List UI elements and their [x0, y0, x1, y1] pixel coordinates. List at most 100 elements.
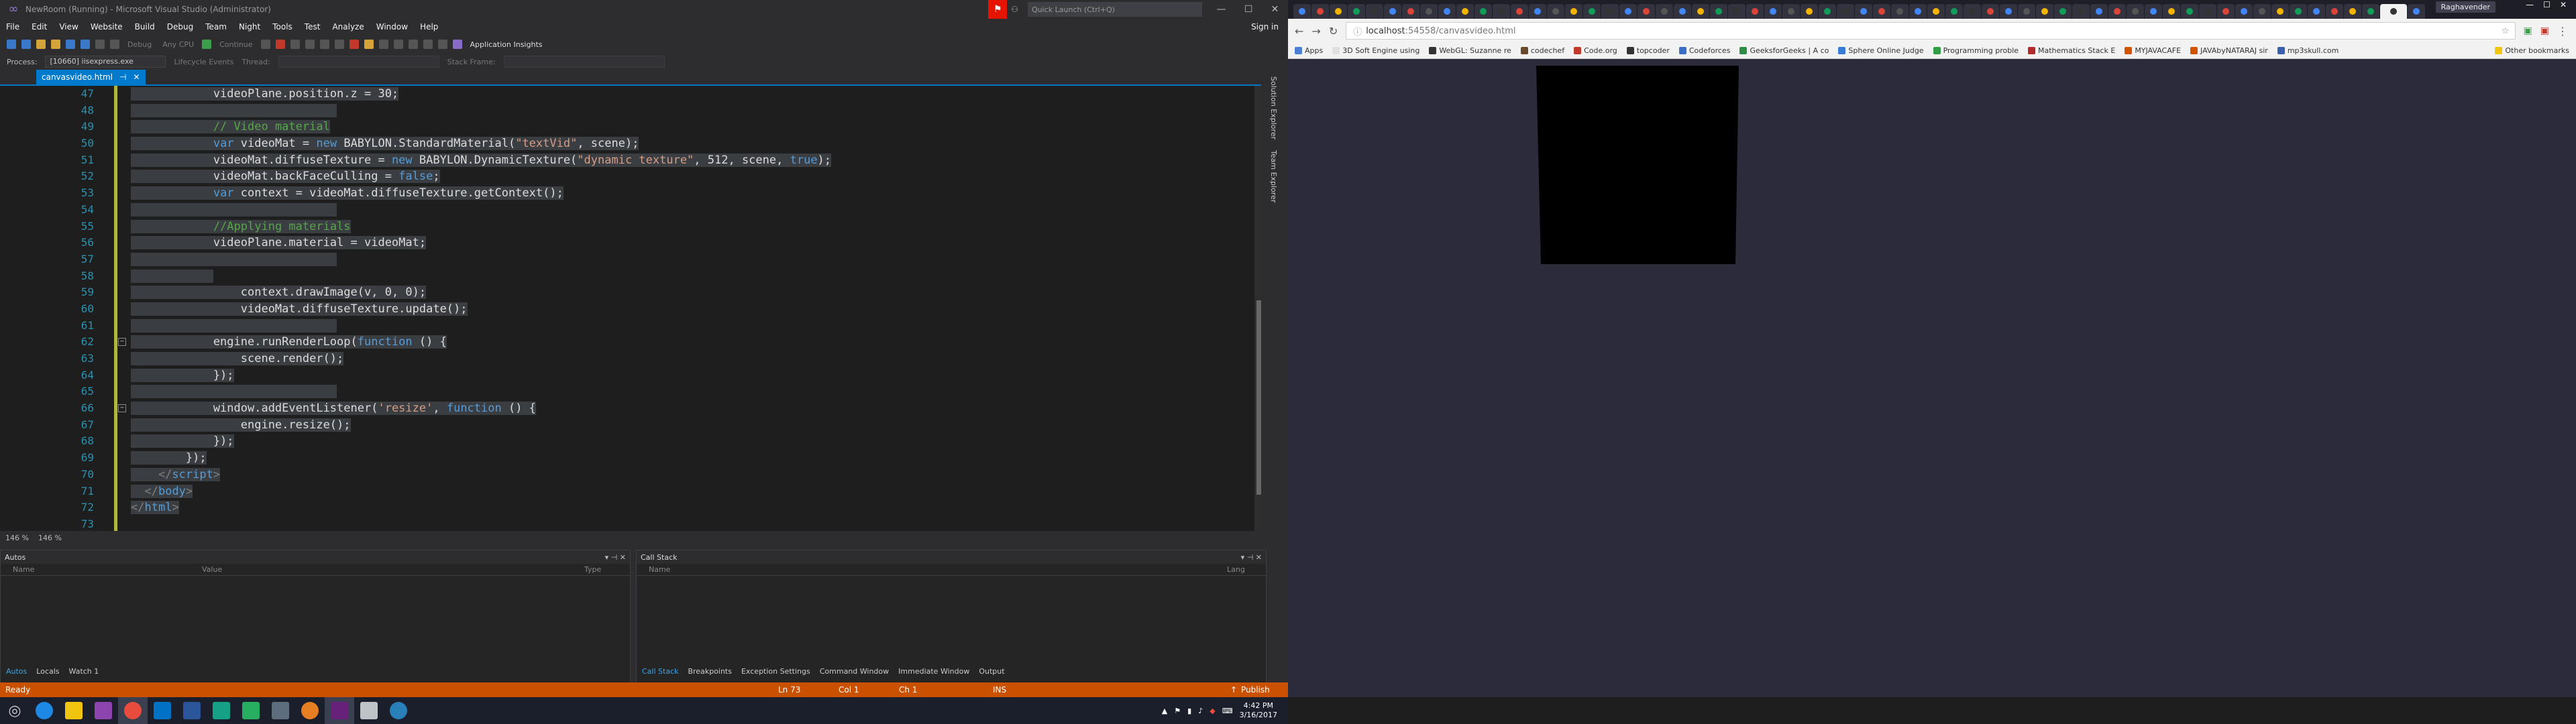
bookmark-item[interactable]: Code.org [1574, 46, 1617, 55]
new-project-icon[interactable] [36, 40, 46, 49]
browser-tab[interactable] [1456, 4, 1474, 19]
antivirus-icon[interactable]: ◆ [1210, 707, 1215, 715]
code-line[interactable]: 52 videoMat.backFaceCulling = false; [0, 168, 1254, 185]
minimize-button[interactable]: — [1217, 4, 1226, 15]
browser-tab[interactable] [1873, 4, 1890, 19]
bookmark-item[interactable]: MYJAVACAFE [2125, 46, 2181, 55]
other-bookmarks[interactable]: Other bookmarks [2495, 46, 2576, 55]
pane-tab-output[interactable]: Output [979, 667, 1004, 676]
editor-vertical-scrollbar[interactable] [1254, 86, 1261, 531]
open-file-icon[interactable] [51, 40, 60, 49]
comment-icon[interactable] [378, 40, 388, 49]
internet-explorer-icon[interactable] [30, 697, 59, 724]
outlook-icon[interactable] [148, 697, 177, 724]
browser-tab[interactable] [1547, 4, 1564, 19]
close-button[interactable]: ✕ [1271, 4, 1279, 15]
reload-icon[interactable]: ↻ [1329, 25, 1338, 38]
undo-icon[interactable] [95, 40, 105, 49]
bookmark-next-icon[interactable] [423, 40, 433, 49]
app-insights-icon[interactable] [452, 40, 462, 49]
browser-tab[interactable] [2199, 4, 2216, 19]
browser-tab[interactable] [2090, 4, 2108, 19]
pane-tab-call-stack[interactable]: Call Stack [642, 667, 678, 676]
volume-icon[interactable]: ♪ [1198, 707, 1203, 715]
code-line[interactable]: 69 }); [0, 450, 1254, 467]
browser-tab[interactable] [1692, 4, 1709, 19]
visual-studio-taskbar-icon[interactable] [325, 697, 354, 724]
browser-tab[interactable] [1638, 4, 1655, 19]
zoom-level-dropdown-2[interactable]: 146 % [38, 534, 62, 542]
browser-tab[interactable] [2145, 4, 2162, 19]
code-line[interactable]: 64 }); [0, 367, 1254, 384]
browser-tab[interactable] [1511, 4, 1528, 19]
browser-tab[interactable] [2408, 4, 2425, 19]
code-line[interactable]: 58 [0, 268, 1254, 285]
browser-tab[interactable] [1565, 4, 1582, 19]
chrome-maximize-button[interactable]: ☐ [2543, 0, 2551, 13]
fold-toggle-icon[interactable]: − [118, 338, 126, 347]
browser-tab[interactable] [1982, 4, 1999, 19]
lifecycle-events-dropdown[interactable]: Lifecycle Events [174, 58, 233, 66]
browser-tab[interactable] [2308, 4, 2325, 19]
browser-tab[interactable] [2163, 4, 2180, 19]
platform-dropdown[interactable]: Any CPU [160, 40, 197, 49]
pane-tab-immediate-window[interactable]: Immediate Window [898, 667, 969, 676]
browser-tab[interactable] [1601, 4, 1619, 19]
breakpoint-icon[interactable] [349, 40, 359, 49]
browser-tab[interactable] [2253, 4, 2271, 19]
browser-tab[interactable] [1764, 4, 1782, 19]
code-line[interactable]: 62 − engine.runRenderLoop(function () { [0, 334, 1254, 351]
zoom-level-dropdown[interactable]: 146 % [5, 534, 29, 542]
browser-tab[interactable] [2235, 4, 2253, 19]
continue-icon[interactable] [202, 40, 212, 49]
browser-tab[interactable] [2108, 4, 2126, 19]
menu-build[interactable]: Build [129, 22, 161, 32]
browser-tab[interactable] [1311, 4, 1329, 19]
forward-icon[interactable] [21, 40, 31, 49]
browser-tab[interactable] [1348, 4, 1365, 19]
browser-tab[interactable] [1384, 4, 1401, 19]
blender-icon[interactable] [295, 697, 325, 724]
scrollbar-thumb[interactable] [1256, 300, 1261, 495]
browser-tab[interactable] [1474, 4, 1492, 19]
browser-tab[interactable] [1619, 4, 1637, 19]
menu-tools[interactable]: Tools [266, 22, 299, 32]
clock[interactable]: 4:42 PM 3/16/2017 [1240, 701, 1277, 720]
pane-tab-breakpoints[interactable]: Breakpoints [688, 667, 732, 676]
team-explorer-tab[interactable]: Team Explorer [1269, 150, 1278, 202]
browser-tab[interactable] [1855, 4, 1872, 19]
code-line[interactable]: 60 videoMat.diffuseTexture.update(); [0, 301, 1254, 318]
chrome-close-button[interactable]: ✕ [2560, 0, 2567, 13]
browser-tab[interactable] [1801, 4, 1818, 19]
code-line[interactable]: 65 [0, 383, 1254, 400]
code-line[interactable]: 53 var context = videoMat.diffuseTexture… [0, 185, 1254, 202]
code-line[interactable]: 55 //Applying materials [0, 219, 1254, 235]
menu-website[interactable]: Website [85, 22, 129, 32]
browser-tab[interactable] [2326, 4, 2343, 19]
pane-tab-autos[interactable]: Autos [6, 667, 27, 676]
configuration-dropdown[interactable]: Debug [125, 40, 154, 49]
publish-icon[interactable]: ↑ [1230, 685, 1237, 695]
browser-tab[interactable] [1945, 4, 1963, 19]
pane-tab-locals[interactable]: Locals [36, 667, 59, 676]
menu-test[interactable]: Test [299, 22, 327, 32]
browser-tab[interactable] [1909, 4, 1927, 19]
browser-tab[interactable] [1529, 4, 1546, 19]
app-icon[interactable] [207, 697, 236, 724]
bookmark-item[interactable]: JAVAbyNATARAJ sir [2190, 46, 2268, 55]
menu-debug[interactable]: Debug [161, 22, 199, 32]
pane-controls-icon[interactable]: ▾ ⊣ ✕ [605, 553, 626, 562]
step-over-icon[interactable] [319, 40, 329, 49]
browser-tab[interactable] [1583, 4, 1601, 19]
code-line[interactable]: 68 }); [0, 433, 1254, 450]
code-line[interactable]: 48 [0, 103, 1254, 119]
sign-in-link[interactable]: Sign in [1245, 22, 1288, 32]
browser-tab[interactable] [1674, 4, 1691, 19]
chrome-taskbar-icon[interactable] [118, 697, 148, 724]
paint-icon[interactable] [236, 697, 266, 724]
file-explorer-icon[interactable] [59, 697, 89, 724]
babylon-canvas[interactable] [1288, 59, 2576, 697]
pane-tab-command-window[interactable]: Command Window [820, 667, 889, 676]
restart-icon[interactable] [290, 40, 300, 49]
browser-tab[interactable] [2380, 4, 2407, 19]
